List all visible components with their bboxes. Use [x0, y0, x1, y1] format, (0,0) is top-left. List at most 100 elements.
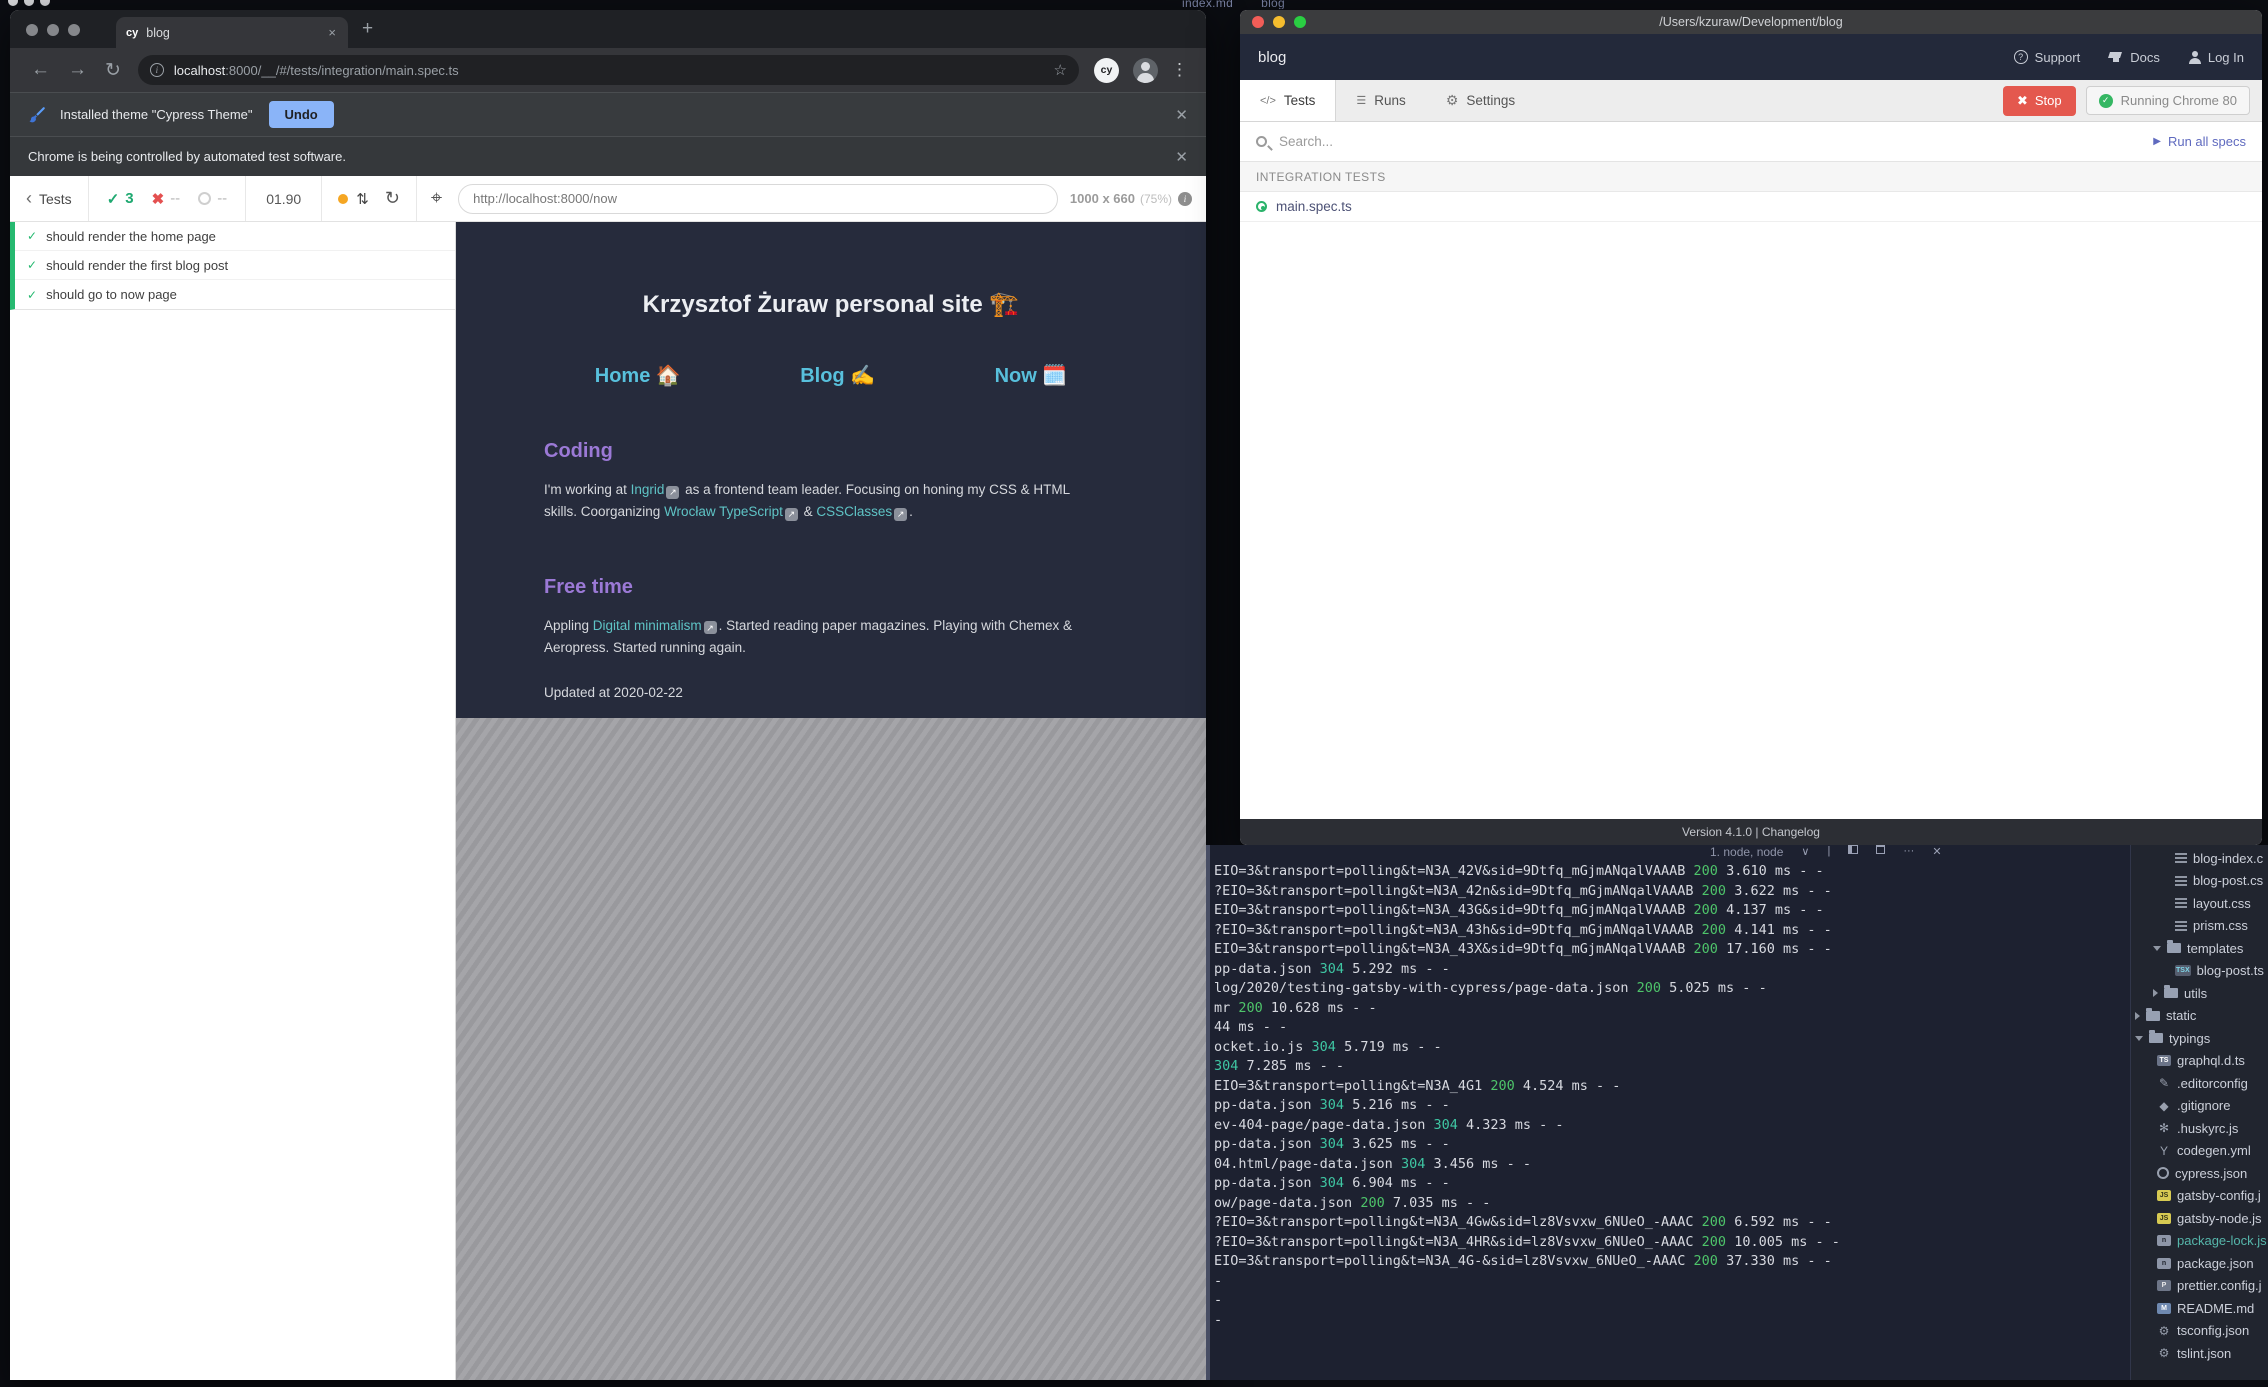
file-tree-item[interactable]: static — [2131, 1005, 2268, 1028]
bookmark-star-icon[interactable]: ☆ — [1054, 61, 1067, 79]
address-bar[interactable]: i localhost :8000/__/#/tests/integration… — [138, 55, 1079, 85]
chrome-toolbar: ← → ↻ i localhost :8000/__/#/tests/integ… — [10, 48, 1206, 92]
file-tree-item[interactable]: typings — [2131, 1027, 2268, 1050]
scroll-arrows-icon[interactable]: ⇅ — [356, 190, 369, 208]
run-all-specs-button[interactable]: ▶ Run all specs — [2153, 134, 2246, 149]
url-path: :8000/__/#/tests/integration/main.spec.t… — [225, 63, 1045, 78]
search-icon — [1256, 136, 1267, 147]
file-tree-item[interactable]: ◆.gitignore — [2131, 1095, 2268, 1118]
site-link[interactable]: CSSClasses — [816, 504, 892, 519]
autoscroll-dot-icon[interactable] — [338, 194, 348, 204]
new-tab-button[interactable]: + — [362, 18, 373, 40]
site-link[interactable]: Ingrid — [631, 482, 665, 497]
header-link-docs[interactable]: Docs — [2108, 50, 2160, 65]
vscode-terminal[interactable]: 1. node, node ∨ | ··· ✕ EIO=3&transport=… — [1206, 845, 2130, 1380]
header-link-support[interactable]: ?Support — [2014, 50, 2081, 65]
failed-count[interactable]: ✖ -- — [152, 190, 181, 208]
chevron-down-icon[interactable]: ∨ — [1801, 845, 1809, 858]
close-panel-icon[interactable]: ✕ — [1932, 845, 1941, 858]
search-input[interactable] — [1279, 134, 2153, 149]
css-file-icon — [2175, 876, 2187, 886]
chrome-menu-icon[interactable]: ⋮ — [1171, 60, 1188, 80]
site-info-icon[interactable]: i — [150, 63, 164, 77]
macos-titlebar[interactable]: /Users/kzuraw/Development/blog — [1240, 10, 2262, 34]
browser-tab[interactable]: cy blog × — [116, 17, 348, 48]
file-tree-item[interactable]: Pprettier.config.j — [2131, 1275, 2268, 1298]
test-result-row[interactable]: ✓should go to now page — [15, 280, 455, 309]
file-name: templates — [2187, 941, 2243, 956]
file-tree-item[interactable]: ⚙tslint.json — [2131, 1342, 2268, 1365]
back-icon[interactable]: ← — [31, 59, 50, 81]
file-tree-item[interactable]: Ycodegen.yml — [2131, 1140, 2268, 1163]
pending-count[interactable]: -- — [198, 190, 227, 207]
site-link[interactable]: Wrocław TypeScript — [664, 504, 783, 519]
forward-icon[interactable]: → — [68, 59, 87, 81]
file-tree-item[interactable]: TSXblog-post.ts — [2131, 960, 2268, 983]
log-text: 3.610 ms - - — [1718, 863, 1824, 879]
version-footer[interactable]: Version 4.1.0 | Changelog — [1240, 819, 2262, 845]
running-browser-button[interactable]: ✓ Running Chrome 80 — [2086, 86, 2250, 115]
header-link-log-in[interactable]: Log In — [2188, 50, 2244, 65]
status-code: 200 — [1694, 1253, 1718, 1269]
kill-terminal-icon[interactable] — [1876, 845, 1885, 854]
reload-icon[interactable]: ↻ — [105, 59, 121, 82]
file-name: layout.css — [2193, 896, 2251, 911]
more-actions-icon[interactable]: ··· — [1903, 845, 1914, 857]
close-notification-icon[interactable]: ✕ — [1175, 106, 1188, 124]
file-tree-item[interactable]: ✻.huskyrc.js — [2131, 1117, 2268, 1140]
passed-count[interactable]: ✓ 3 — [107, 190, 134, 208]
close-notification-icon[interactable]: ✕ — [1175, 148, 1188, 166]
file-tree-item[interactable]: TSgraphql.d.ts — [2131, 1050, 2268, 1073]
file-tree-item[interactable]: MREADME.md — [2131, 1297, 2268, 1320]
terminal-log-line: EIO=3&transport=polling&t=N3A_4G-&sid=lz… — [1214, 1253, 2130, 1273]
site-nav-link-blog[interactable]: Blog ✍️ — [800, 363, 875, 388]
file-tree-item[interactable]: layout.css — [2131, 892, 2268, 915]
text: Appling — [544, 618, 593, 633]
aut-url-bar[interactable]: http://localhost:8000/now — [458, 184, 1058, 214]
tab-tests[interactable]: </>Tests — [1240, 80, 1336, 121]
tab-settings[interactable]: ⚙Settings — [1426, 80, 1535, 121]
file-tree-item[interactable]: blog-index.c — [2131, 847, 2268, 870]
file-tree-item[interactable]: blog-post.cs — [2131, 870, 2268, 893]
undo-button[interactable]: Undo — [269, 101, 334, 128]
file-tree-item[interactable]: cypress.json — [2131, 1162, 2268, 1185]
tab-runs[interactable]: ☰Runs — [1336, 80, 1425, 121]
split-terminal-icon[interactable] — [1848, 845, 1858, 854]
file-tree-item[interactable]: npackage.json — [2131, 1252, 2268, 1275]
file-name: .gitignore — [2177, 1098, 2230, 1113]
window-controls[interactable] — [26, 24, 80, 36]
file-tree-item[interactable]: npackage-lock.js — [2131, 1230, 2268, 1253]
site-link[interactable]: Digital minimalism — [593, 618, 702, 633]
terminal-log-line: - — [1214, 1312, 2130, 1332]
profile-avatar[interactable] — [1133, 58, 1158, 83]
folder-icon — [2146, 1011, 2160, 1021]
selector-playground-icon[interactable]: ⌖ — [417, 187, 446, 210]
file-tree-item[interactable]: ⚙tsconfig.json — [2131, 1320, 2268, 1343]
file-tree-item[interactable]: prism.css — [2131, 915, 2268, 938]
spec-file-row[interactable]: main.spec.ts — [1240, 192, 2262, 222]
site-nav-link-home[interactable]: Home 🏠 — [595, 363, 681, 388]
test-result-row[interactable]: ✓should render the first blog post — [15, 251, 455, 280]
file-tree-item[interactable]: utils — [2131, 982, 2268, 1005]
file-tree-item[interactable]: templates — [2131, 937, 2268, 960]
log-text: ?EIO=3&transport=polling&t=N3A_43h&sid=9… — [1214, 922, 1702, 938]
status-code: 200 — [1694, 941, 1718, 957]
terminal-log-line: ?EIO=3&transport=polling&t=N3A_43h&sid=9… — [1214, 922, 2130, 942]
chrome-window: cy blog × + ← → ↻ i localhost :8000/__/#… — [10, 10, 1206, 1380]
test-title: should render the first blog post — [46, 258, 228, 273]
stop-button[interactable]: ✖ Stop — [2003, 86, 2076, 116]
site-nav-link-now[interactable]: Now 🗓️ — [995, 363, 1068, 388]
file-tree-item[interactable]: ✎.editorconfig — [2131, 1072, 2268, 1095]
cypress-extension-icon[interactable]: cy — [1094, 58, 1119, 83]
file-tree-item[interactable]: JSgatsby-config.j — [2131, 1185, 2268, 1208]
file-tree-item[interactable]: JSgatsby-node.js — [2131, 1207, 2268, 1230]
back-to-tests-button[interactable]: ‹ Tests — [10, 188, 88, 209]
viewport-info-icon[interactable]: i — [1178, 192, 1192, 206]
terminal-log-line: EIO=3&transport=polling&t=N3A_43G&sid=9D… — [1214, 902, 2130, 922]
chevron-right-icon — [2153, 989, 2158, 997]
test-result-row[interactable]: ✓should render the home page — [15, 222, 455, 251]
rerun-tests-icon[interactable]: ↻ — [385, 188, 400, 209]
terminal-shell-select[interactable]: 1. node, node — [1710, 845, 1783, 859]
tab-close-icon[interactable]: × — [326, 25, 338, 40]
theme-notification-text: Installed theme "Cypress Theme" — [60, 107, 253, 122]
